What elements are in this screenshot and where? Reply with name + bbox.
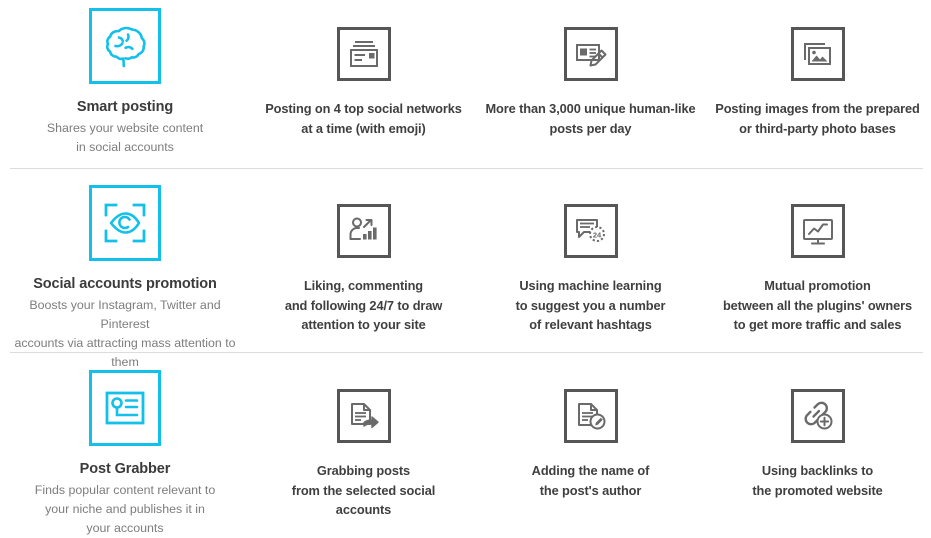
svg-text:24: 24 (592, 230, 601, 239)
feature-description: Shares your website content in social ac… (41, 119, 209, 157)
document-share-icon (336, 389, 391, 443)
desc-line: your accounts (86, 521, 164, 535)
feature-card-machine-learning[interactable]: 24 Using machine learning to suggest you… (477, 169, 704, 335)
text-line: Adding the name of (531, 463, 650, 478)
text-line: and following 24/7 to draw (284, 297, 443, 313)
brain-icon (89, 8, 161, 84)
feature-card-unique-posts[interactable]: More than 3,000 unique human-like posts … (477, 0, 704, 138)
feature-text: Adding the name of the post's author (524, 461, 658, 500)
feature-row: Social accounts promotion Boosts your In… (0, 169, 931, 369)
document-search-icon (89, 370, 161, 446)
feature-text: Using machine learning to suggest you a … (508, 276, 674, 335)
text-line: the promoted website (752, 482, 883, 498)
feature-text: Posting images from the prepared or thir… (707, 99, 927, 138)
text-line: from the selected social (291, 482, 436, 498)
feature-text: Posting on 4 top social networks at a ti… (257, 99, 470, 138)
chat-24-clock-icon: 24 (563, 204, 618, 258)
feature-row: Smart posting Shares your website conten… (0, 0, 931, 169)
text-line: to get more traffic and sales (733, 317, 902, 332)
monitor-trend-icon (790, 204, 845, 258)
feature-card-liking-commenting[interactable]: Liking, commenting and following 24/7 to… (250, 169, 477, 335)
document-pencil-icon (563, 389, 618, 443)
desc-line: Shares your website content (46, 121, 204, 135)
text-line: posts per day (549, 120, 632, 136)
text-line: between all the plugins' owners (722, 297, 913, 313)
feature-title: Post Grabber (79, 461, 171, 477)
text-line: Grabbing posts (316, 463, 411, 478)
feature-card-grabbing-posts[interactable]: Grabbing posts from the selected social … (250, 353, 477, 520)
features-grid: Smart posting Shares your website conten… (0, 0, 931, 538)
text-line: Posting images from the prepared (715, 101, 920, 116)
feature-card-smart-posting[interactable]: Smart posting Shares your website conten… (0, 0, 250, 157)
text-line: attention to your site (301, 317, 426, 332)
feature-card-mutual-promotion[interactable]: Mutual promotion between all the plugins… (704, 169, 931, 335)
feature-card-posting-networks[interactable]: Posting on 4 top social networks at a ti… (250, 0, 477, 138)
desc-line: in social accounts (76, 140, 174, 154)
feature-card-author-name[interactable]: Adding the name of the post's author (477, 353, 704, 500)
feature-text: Using backlinks to the promoted website (744, 461, 890, 500)
text-line: Using backlinks to (761, 463, 874, 478)
text-line: Liking, commenting (303, 278, 424, 293)
feature-text: Grabbing posts from the selected social … (284, 461, 443, 520)
text-line: More than 3,000 unique human-like (485, 101, 696, 116)
text-line: to suggest you a number (515, 297, 666, 313)
desc-line: Finds popular content relevant to (34, 483, 216, 497)
article-pencil-icon (563, 27, 618, 81)
person-growth-chart-icon (336, 204, 391, 258)
desc-line: Boosts your Instagram, Twitter and Pinte… (29, 298, 221, 331)
photo-stack-icon (790, 27, 845, 81)
feature-text: Mutual promotion between all the plugins… (715, 276, 920, 335)
feature-card-post-grabber[interactable]: Post Grabber Finds popular content relev… (0, 353, 250, 538)
text-line: the post's author (539, 482, 642, 498)
feature-card-backlinks[interactable]: Using backlinks to the promoted website (704, 353, 931, 500)
text-line: Posting on 4 top social networks (265, 101, 462, 116)
text-line: or third-party photo bases (739, 120, 896, 136)
desc-line: your niche and publishes it in (45, 502, 205, 516)
feature-title: Social accounts promotion (33, 276, 217, 292)
feature-card-social-promotion[interactable]: Social accounts promotion Boosts your In… (0, 169, 250, 372)
feature-text: Liking, commenting and following 24/7 to… (277, 276, 450, 335)
text-line: of relevant hashtags (529, 317, 652, 332)
feature-card-posting-images[interactable]: Posting images from the prepared or thir… (704, 0, 931, 138)
eye-focus-icon (89, 185, 161, 261)
link-plus-icon (790, 389, 845, 443)
text-line: accounts (335, 502, 392, 517)
text-line: at a time (with emoji) (301, 120, 426, 136)
text-line: Using machine learning (519, 278, 662, 293)
feature-description: Finds popular content relevant to your n… (29, 481, 221, 538)
feature-text: More than 3,000 unique human-like posts … (477, 99, 703, 138)
text-line: Mutual promotion (764, 278, 871, 293)
newspaper-card-icon (336, 27, 391, 81)
feature-title: Smart posting (76, 99, 174, 115)
feature-row: Post Grabber Finds popular content relev… (0, 353, 931, 538)
